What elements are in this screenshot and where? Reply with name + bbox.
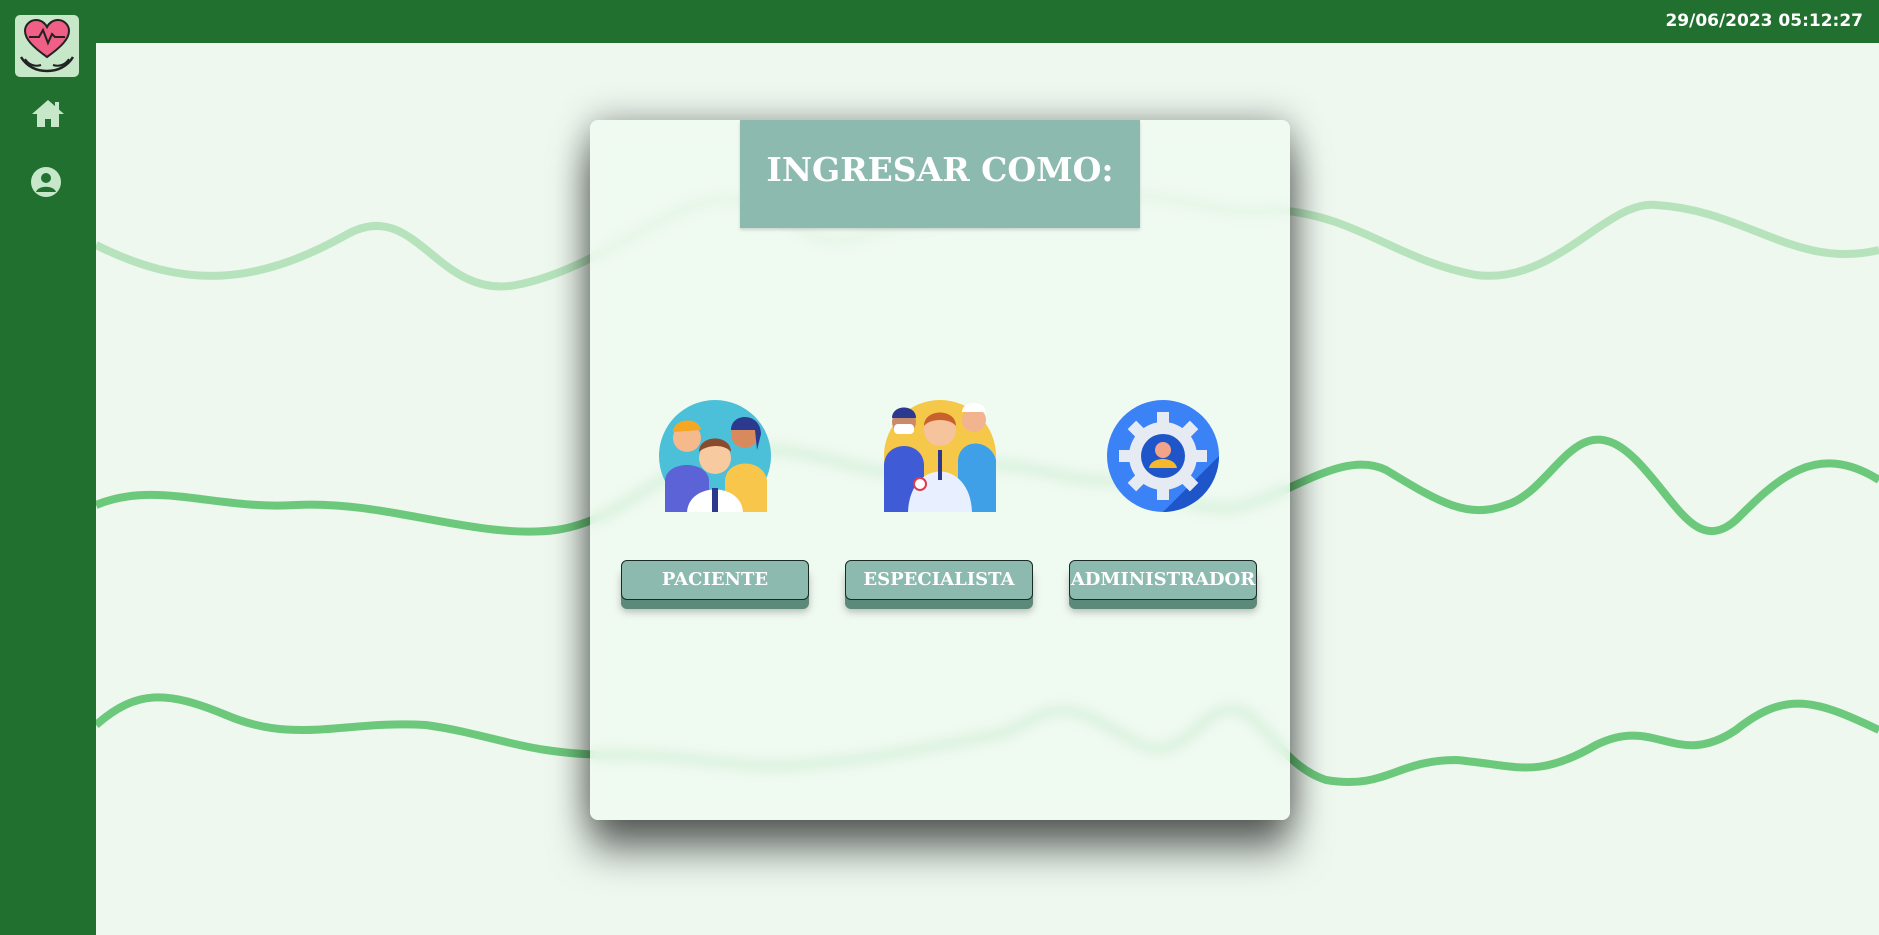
sidebar	[0, 0, 96, 935]
patients-group-icon	[659, 400, 771, 512]
modal-title: INGRESAR COMO:	[740, 120, 1140, 228]
admin-gear-icon	[1107, 400, 1219, 512]
top-bar: 29/06/2023 05:12:27	[0, 0, 1879, 43]
role-selection-modal: INGRESAR COMO: PACIENTE ESPECIALISTA ADM…	[590, 120, 1290, 820]
datetime-clock: 29/06/2023 05:12:27	[1665, 11, 1863, 31]
heart-hands-icon	[19, 18, 75, 73]
administrador-button[interactable]: ADMINISTRADOR	[1069, 560, 1257, 600]
especialista-button[interactable]: ESPECIALISTA	[845, 560, 1033, 600]
medical-staff-icon	[884, 400, 996, 512]
user-circle-icon[interactable]	[28, 162, 68, 202]
app-logo[interactable]	[15, 15, 79, 77]
paciente-button[interactable]: PACIENTE	[621, 560, 809, 600]
home-icon[interactable]	[28, 94, 68, 134]
